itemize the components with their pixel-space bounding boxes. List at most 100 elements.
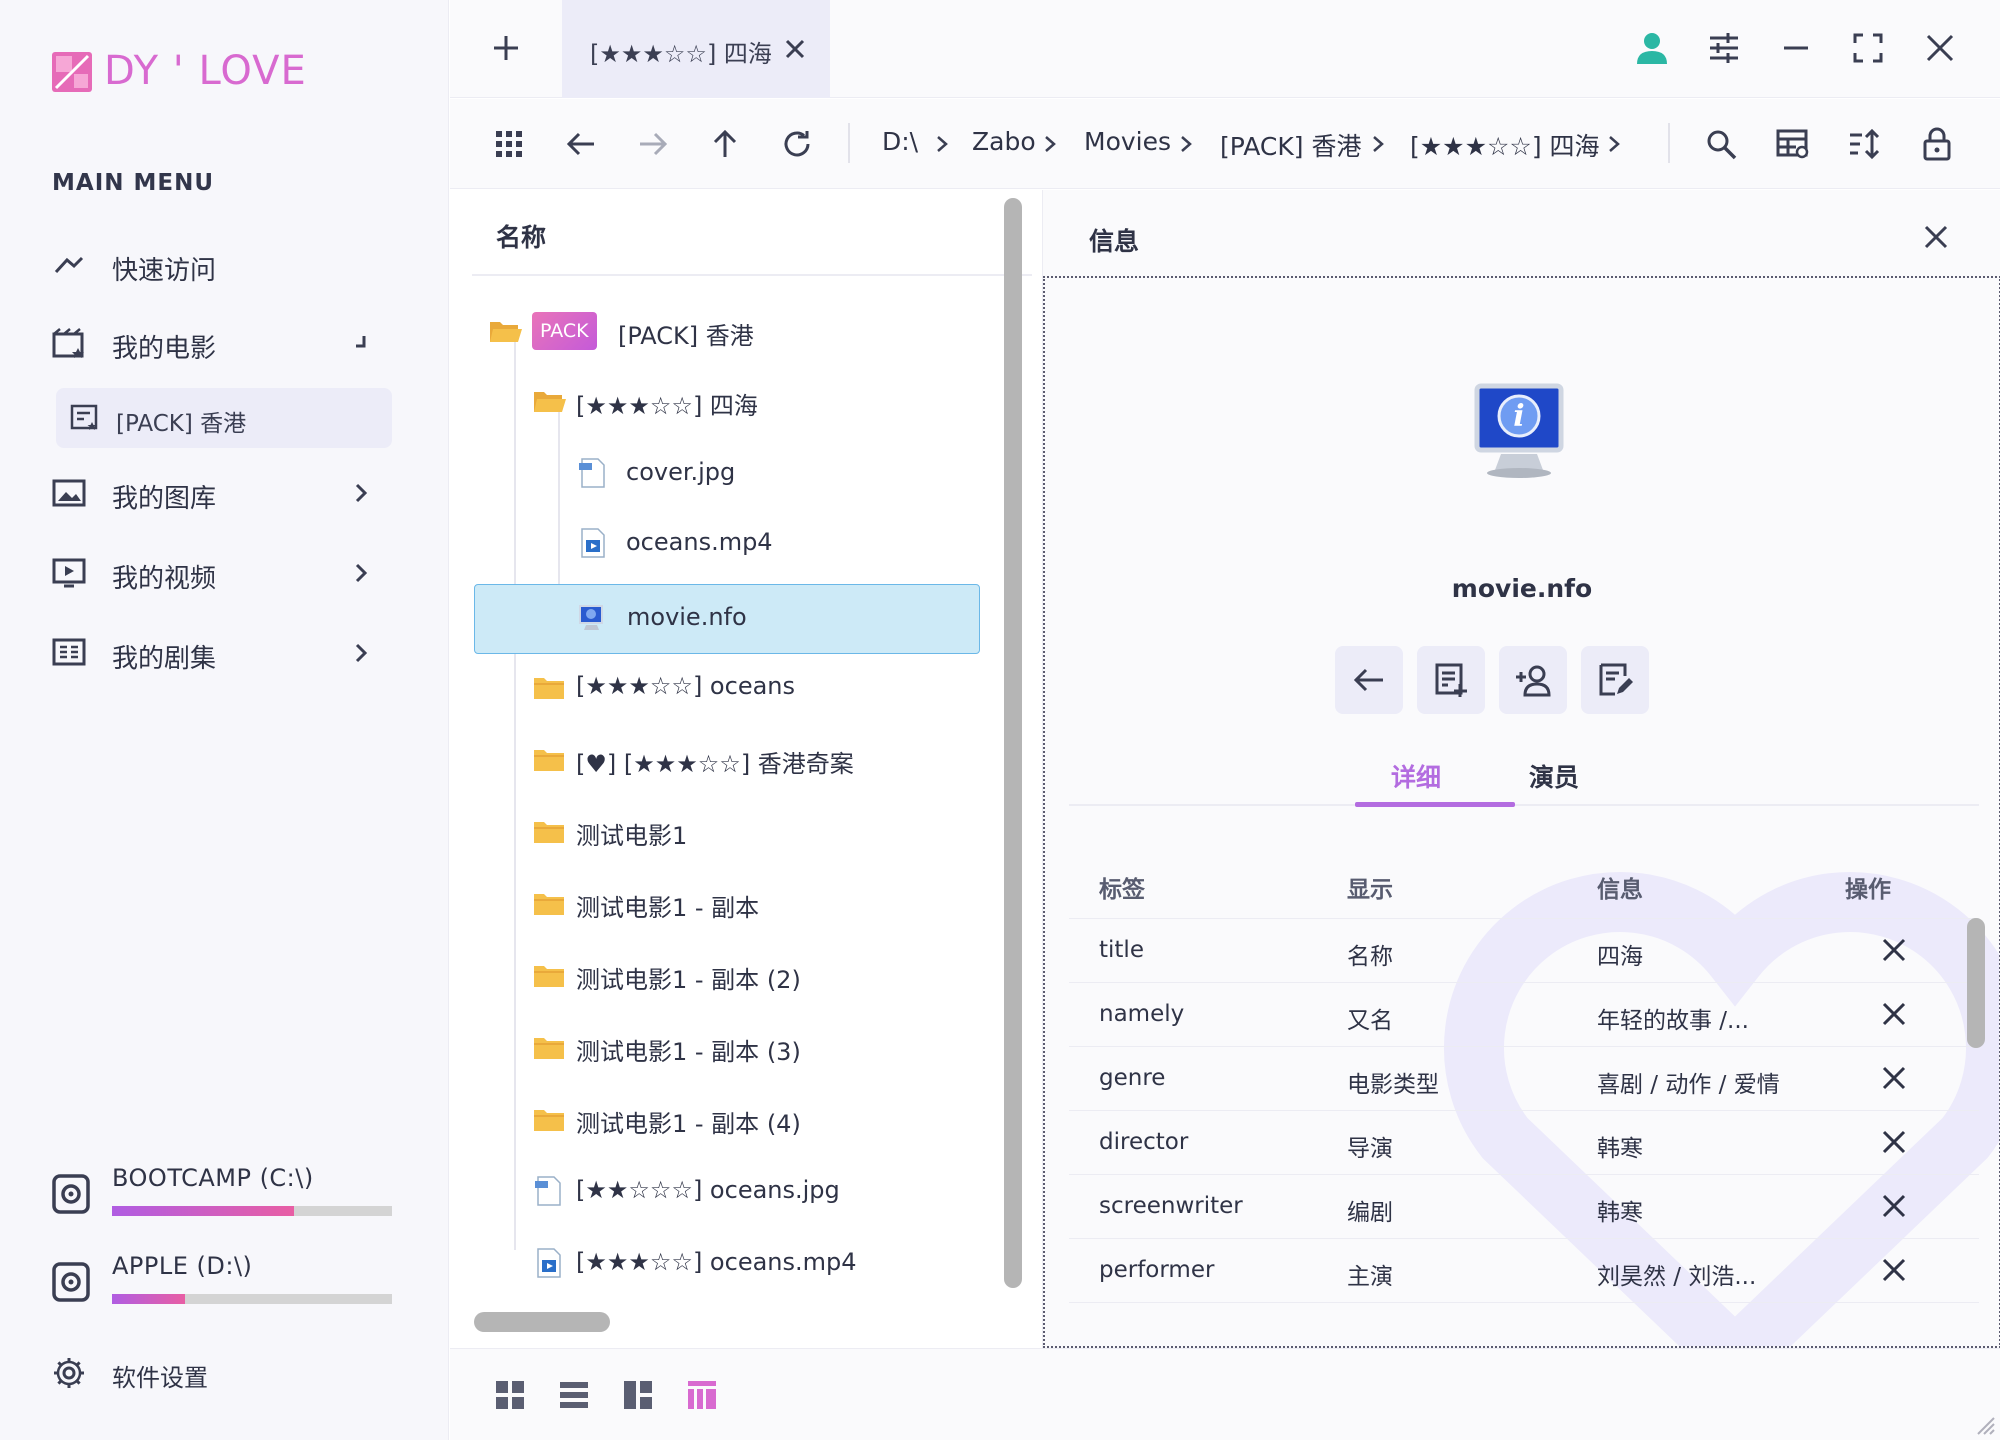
table-row[interactable]: title 名称 四海 <box>1069 918 1979 982</box>
app-logo: DY ' LOVE <box>50 48 350 98</box>
split-view-icon[interactable] <box>622 1379 654 1411</box>
tree-row-file[interactable]: [★★★☆☆] oceans.mp4 <box>480 1232 980 1298</box>
disk-icon <box>52 1174 90 1214</box>
tree-row-label: oceans.mp4 <box>626 528 773 556</box>
chevron-right-icon[interactable] <box>350 482 372 504</box>
column-header-tag: 标签 <box>1099 877 1145 903</box>
user-avatar-icon[interactable] <box>1634 30 1670 66</box>
column-view-icon[interactable] <box>686 1379 718 1411</box>
forward-icon[interactable] <box>636 127 670 161</box>
tree-row-folder[interactable]: 测试电影1 - 副本 (2) <box>480 944 980 1010</box>
tab-actors[interactable]: 演员 <box>1529 758 1579 794</box>
maximize-icon[interactable] <box>1850 30 1886 66</box>
settings-label: 软件设置 <box>112 1364 208 1392</box>
delete-icon[interactable] <box>1881 1193 1907 1219</box>
tree-row-file[interactable]: [★★☆☆☆] oceans.jpg <box>480 1160 980 1226</box>
folder-icon <box>532 816 566 846</box>
gallery-icon <box>52 478 86 508</box>
video-file-icon <box>532 1248 566 1278</box>
add-actor-button[interactable] <box>1499 646 1567 714</box>
movies-icon <box>52 328 86 358</box>
delete-icon[interactable] <box>1881 1001 1907 1027</box>
sort-icon[interactable] <box>1848 127 1882 161</box>
tree-row-folder[interactable]: 测试电影1 - 副本 (4) <box>480 1088 980 1154</box>
table-row[interactable]: director 导演 韩寒 <box>1069 1110 1979 1174</box>
tab-active[interactable]: [★★★☆☆] 四海 <box>562 0 830 98</box>
back-icon[interactable] <box>564 127 598 161</box>
new-tab-icon[interactable] <box>490 32 522 64</box>
column-header-name[interactable]: 名称 <box>496 218 546 254</box>
resize-grip-icon[interactable] <box>1972 1412 1996 1436</box>
breadcrumb-item[interactable]: [PACK] 香港 <box>1220 127 1361 163</box>
tree-row-folder[interactable]: [★★★☆☆] 四海 <box>480 370 980 436</box>
collapse-icon[interactable] <box>350 332 372 354</box>
delete-icon[interactable] <box>1881 1065 1907 1091</box>
table-row[interactable]: genre 电影类型 喜剧 / 动作 / 爱情 <box>1069 1046 1979 1110</box>
nav-my-movies[interactable]: 我的电影 <box>40 314 392 372</box>
minimize-icon[interactable] <box>1778 30 1814 66</box>
settings-button[interactable]: 软件设置 <box>52 1352 352 1392</box>
chevron-right-icon[interactable] <box>350 562 372 584</box>
close-info-icon[interactable] <box>1921 222 1951 252</box>
delete-icon[interactable] <box>1881 937 1907 963</box>
breadcrumb-item[interactable]: Zabo <box>972 127 1036 156</box>
nav-my-series[interactable]: 我的剧集 <box>40 624 392 682</box>
breadcrumb-item[interactable]: D:\ <box>882 127 918 156</box>
breadcrumb-item[interactable]: Movies <box>1084 127 1171 156</box>
close-window-icon[interactable] <box>1922 30 1958 66</box>
table-settings-icon[interactable] <box>1776 127 1810 161</box>
drive-usage-bar <box>112 1206 392 1216</box>
chevron-right-icon <box>1042 135 1058 153</box>
tree-row-folder[interactable]: [★★★☆☆] oceans <box>480 656 980 722</box>
tree-row-folder[interactable]: [♥] [★★★☆☆] 香港奇案 <box>480 728 980 794</box>
tree-row-folder[interactable]: 测试电影1 <box>480 800 980 866</box>
cell-tag: performer <box>1099 1257 1215 1283</box>
close-tab-icon[interactable] <box>784 38 806 60</box>
drive-c[interactable]: BOOTCAMP (C:\) <box>52 1164 392 1234</box>
chevron-right-icon[interactable] <box>350 642 372 664</box>
info-title: 信息 <box>1089 227 1140 256</box>
tree-row-label: [★★★☆☆] oceans.mp4 <box>576 1248 857 1276</box>
menu-title: MAIN MENU <box>52 170 215 196</box>
filter-settings-icon[interactable] <box>1706 30 1742 66</box>
tab-details[interactable]: 详细 <box>1391 758 1441 794</box>
tree-row-file-selected[interactable]: movie.nfo <box>474 584 980 654</box>
list-view-icon[interactable] <box>558 1379 590 1411</box>
table-row[interactable]: performer 主演 刘昊然 / 刘浩... <box>1069 1238 1979 1302</box>
column-header-action: 操作 <box>1845 877 1891 903</box>
nav-my-gallery[interactable]: 我的图库 <box>40 464 392 522</box>
grid-view-icon[interactable] <box>494 1379 526 1411</box>
up-icon[interactable] <box>708 127 742 161</box>
delete-icon[interactable] <box>1881 1129 1907 1155</box>
tree-row-folder[interactable]: 测试电影1 - 副本 <box>480 872 980 938</box>
tree-row-file[interactable]: oceans.mp4 <box>480 512 980 578</box>
breadcrumb-item[interactable]: [★★★☆☆] 四海 <box>1410 127 1600 163</box>
search-icon[interactable] <box>1704 127 1738 161</box>
drive-usage-fill <box>112 1206 294 1216</box>
info-vertical-scrollbar[interactable] <box>1967 918 1985 1048</box>
add-info-button[interactable] <box>1417 646 1485 714</box>
refresh-icon[interactable] <box>780 127 814 161</box>
back-button[interactable] <box>1335 646 1403 714</box>
nav-label: 我的图库 <box>112 484 217 514</box>
toolbar-divider <box>1668 123 1670 163</box>
delete-icon[interactable] <box>1881 1257 1907 1283</box>
info-content: i movie.nfo 详细 演员 标签 显示 信息 操作 title 名称 四… <box>1043 276 2000 1348</box>
edit-info-button[interactable] <box>1581 646 1649 714</box>
horizontal-scrollbar[interactable] <box>474 1312 610 1332</box>
tree-row-folder[interactable]: PACK [PACK] 香港 <box>480 300 980 366</box>
table-row[interactable]: namely 又名 年轻的故事 /... <box>1069 982 1979 1046</box>
nav-quick-access[interactable]: 快速访问 <box>40 236 392 294</box>
tree-row-folder[interactable]: 测试电影1 - 副本 (3) <box>480 1016 980 1082</box>
drive-d[interactable]: APPLE (D:\) <box>52 1252 392 1322</box>
toolbar: D:\ Zabo Movies [PACK] 香港 [★★★☆☆] 四海 <box>450 99 2000 189</box>
apps-grid-icon[interactable] <box>492 127 526 161</box>
lock-icon[interactable] <box>1920 127 1954 161</box>
vertical-scrollbar[interactable] <box>1004 198 1022 1288</box>
tree-row-label: [♥] [★★★☆☆] 香港奇案 <box>576 750 854 778</box>
nav-sub-pack-hongkong[interactable]: [PACK] 香港 <box>56 388 392 448</box>
cell-tag: screenwriter <box>1099 1193 1243 1219</box>
tree-row-file[interactable]: cover.jpg <box>480 442 980 508</box>
table-row[interactable]: screenwriter 编剧 韩寒 <box>1069 1174 1979 1238</box>
nav-my-videos[interactable]: 我的视频 <box>40 544 392 602</box>
